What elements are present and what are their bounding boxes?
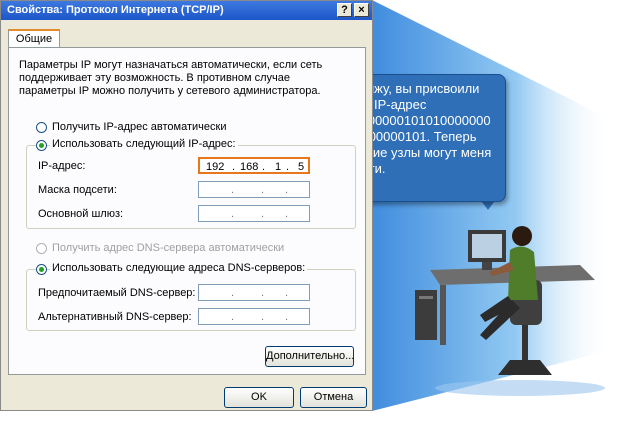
tab-general[interactable]: Общие xyxy=(8,29,60,48)
window-title: Свойства: Протокол Интернета (TCP/IP) xyxy=(7,4,224,16)
ip-address-label: IP-адрес: xyxy=(38,160,86,172)
default-gateway-field[interactable]: ... xyxy=(198,205,310,222)
radio-manual-dns-label: Использовать следующие адреса DNS-сервер… xyxy=(50,262,308,274)
radio-manual-dns[interactable] xyxy=(36,264,47,275)
advanced-button[interactable]: Дополнительно... xyxy=(265,346,354,367)
title-bar: Свойства: Протокол Интернета (TCP/IP) ? … xyxy=(1,1,372,20)
ok-button[interactable]: OK xyxy=(224,387,294,408)
radio-manual-ip-label: Использовать следующий IP-адрес: xyxy=(50,138,238,150)
subnet-mask-label: Маска подсети: xyxy=(38,184,117,196)
cancel-button[interactable]: Отмена xyxy=(300,387,367,408)
alternate-dns-label: Альтернативный DNS-сервер: xyxy=(38,311,192,323)
default-gateway-label: Основной шлюз: xyxy=(38,208,124,220)
radio-auto-dns-label: Получить адрес DNS-сервера автоматически xyxy=(52,242,285,254)
radio-auto-ip[interactable] xyxy=(36,122,47,133)
preferred-dns-label: Предпочитаемый DNS-сервер: xyxy=(38,287,196,299)
radio-manual-ip[interactable] xyxy=(36,140,47,151)
ip-octet-3: 1 xyxy=(275,161,282,173)
ip-octet-2: 168 xyxy=(240,161,259,173)
radio-auto-ip-label: Получить IP-адрес автоматически xyxy=(52,121,227,133)
user-at-computer-illustration xyxy=(415,226,605,396)
close-button[interactable]: × xyxy=(354,3,369,17)
ip-address-field[interactable]: 192 . 168 . 1 . 5 xyxy=(198,157,310,174)
tcpip-properties-dialog: Свойства: Протокол Интернета (TCP/IP) ? … xyxy=(0,0,373,411)
ip-octet-1: 192 xyxy=(206,161,225,173)
ip-octet-4: 5 xyxy=(298,161,305,173)
intro-text: Параметры IP могут назначаться автоматич… xyxy=(19,59,323,97)
radio-auto-dns[interactable] xyxy=(36,243,47,254)
subnet-mask-field[interactable]: ... xyxy=(198,181,310,198)
alternate-dns-field[interactable]: ... xyxy=(198,308,310,325)
preferred-dns-field[interactable]: ... xyxy=(198,284,310,301)
help-button[interactable]: ? xyxy=(337,3,352,17)
